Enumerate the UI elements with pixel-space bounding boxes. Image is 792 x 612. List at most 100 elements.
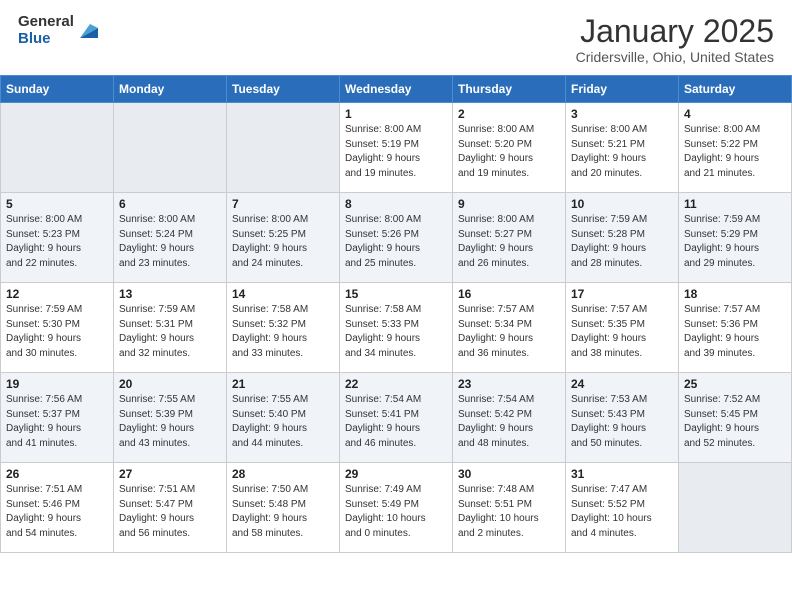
calendar-cell: 10 Sunrise: 7:59 AM Sunset: 5:28 PM Dayli… (566, 193, 679, 283)
day-number: 6 (119, 197, 221, 211)
day-number: 15 (345, 287, 447, 301)
calendar-cell: 1 Sunrise: 8:00 AM Sunset: 5:19 PM Daylig… (340, 103, 453, 193)
calendar-cell: 3Sunrise: 8:00 AM Sunset: 5:21 PM Daylig… (566, 103, 679, 193)
calendar-body: 1 Sunrise: 8:00 AM Sunset: 5:19 PM Daylig… (1, 103, 792, 553)
day-info: Sunrise: 7:51 AM Sunset: 5:46 PM Dayligh… (6, 484, 82, 539)
logo-blue: Blue (18, 31, 74, 48)
day-number: 23 (458, 377, 560, 391)
calendar-cell (227, 103, 340, 193)
day-number: 31 (571, 467, 673, 481)
day-info: Sunrise: 7:55 AM Sunset: 5:39 PM Dayligh… (119, 394, 195, 449)
header: General Blue January 2025 Cridersville, … (0, 0, 792, 75)
calendar-cell: 21Sunrise: 7:55 AM Sunset: 5:40 PM Dayli… (227, 373, 340, 463)
day-number: 12 (6, 287, 108, 301)
day-info: Sunrise: 7:54 AM Sunset: 5:42 PM Dayligh… (458, 394, 534, 449)
calendar-cell: 24 Sunrise: 7:53 AM Sunset: 5:43 PM Dayli… (566, 373, 679, 463)
calendar-cell: 15 Sunrise: 7:58 AM Sunset: 5:33 PM Dayli… (340, 283, 453, 373)
day-info: Sunrise: 7:57 AM Sunset: 5:34 PM Dayligh… (458, 304, 534, 359)
weekday-header-wednesday: Wednesday (340, 76, 453, 103)
calendar-cell: 14 Sunrise: 7:58 AM Sunset: 5:32 PM Dayli… (227, 283, 340, 373)
calendar-cell (1, 103, 114, 193)
day-number: 19 (6, 377, 108, 391)
day-number: 2 (458, 107, 560, 121)
logo-icon (76, 20, 98, 42)
day-number: 8 (345, 197, 447, 211)
calendar-cell: 8 Sunrise: 8:00 AM Sunset: 5:26 PM Daylig… (340, 193, 453, 283)
calendar-cell: 29 Sunrise: 7:49 AM Sunset: 5:49 PM Dayli… (340, 463, 453, 553)
day-info: Sunrise: 7:57 AM Sunset: 5:35 PM Dayligh… (571, 304, 647, 359)
day-number: 18 (684, 287, 786, 301)
day-number: 25 (684, 377, 786, 391)
day-info: Sunrise: 7:50 AM Sunset: 5:48 PM Dayligh… (232, 484, 308, 539)
calendar-cell: 26 Sunrise: 7:51 AM Sunset: 5:46 PM Dayli… (1, 463, 114, 553)
day-info: Sunrise: 8:00 AM Sunset: 5:26 PM Dayligh… (345, 214, 421, 269)
day-info: Sunrise: 7:59 AM Sunset: 5:31 PM Dayligh… (119, 304, 195, 359)
day-info: Sunrise: 7:51 AM Sunset: 5:47 PM Dayligh… (119, 484, 195, 539)
calendar-page: General Blue January 2025 Cridersville, … (0, 0, 792, 612)
day-info: Sunrise: 8:00 AM Sunset: 5:25 PM Dayligh… (232, 214, 308, 269)
calendar-cell: 12 Sunrise: 7:59 AM Sunset: 5:30 PM Dayli… (1, 283, 114, 373)
calendar-subtitle: Cridersville, Ohio, United States (576, 49, 774, 65)
day-info: Sunrise: 7:57 AM Sunset: 5:36 PM Dayligh… (684, 304, 760, 359)
day-number: 9 (458, 197, 560, 211)
calendar-title: January 2025 (576, 14, 774, 49)
day-info: Sunrise: 7:47 AM Sunset: 5:52 PM Dayligh… (571, 484, 652, 539)
day-number: 28 (232, 467, 334, 481)
day-info: Sunrise: 7:59 AM Sunset: 5:30 PM Dayligh… (6, 304, 82, 359)
calendar-cell: 16Sunrise: 7:57 AM Sunset: 5:34 PM Dayli… (453, 283, 566, 373)
weekday-header-saturday: Saturday (679, 76, 792, 103)
day-number: 14 (232, 287, 334, 301)
calendar-cell: 22Sunrise: 7:54 AM Sunset: 5:41 PM Dayli… (340, 373, 453, 463)
day-info: Sunrise: 8:00 AM Sunset: 5:27 PM Dayligh… (458, 214, 534, 269)
day-number: 3 (571, 107, 673, 121)
day-number: 4 (684, 107, 786, 121)
day-info: Sunrise: 7:59 AM Sunset: 5:28 PM Dayligh… (571, 214, 647, 269)
day-info: Sunrise: 7:52 AM Sunset: 5:45 PM Dayligh… (684, 394, 760, 449)
day-info: Sunrise: 7:49 AM Sunset: 5:49 PM Dayligh… (345, 484, 426, 539)
day-number: 29 (345, 467, 447, 481)
calendar-cell: 23 Sunrise: 7:54 AM Sunset: 5:42 PM Dayli… (453, 373, 566, 463)
calendar-week-3: 12 Sunrise: 7:59 AM Sunset: 5:30 PM Dayli… (1, 283, 792, 373)
calendar-cell: 6 Sunrise: 8:00 AM Sunset: 5:24 PM Daylig… (114, 193, 227, 283)
calendar-cell: 2 Sunrise: 8:00 AM Sunset: 5:20 PM Daylig… (453, 103, 566, 193)
day-info: Sunrise: 8:00 AM Sunset: 5:20 PM Dayligh… (458, 124, 534, 179)
day-number: 1 (345, 107, 447, 121)
calendar-cell: 30Sunrise: 7:48 AM Sunset: 5:51 PM Dayli… (453, 463, 566, 553)
day-info: Sunrise: 8:00 AM Sunset: 5:22 PM Dayligh… (684, 124, 760, 179)
logo-general: General (18, 14, 74, 31)
day-number: 24 (571, 377, 673, 391)
day-number: 13 (119, 287, 221, 301)
day-number: 26 (6, 467, 108, 481)
calendar-cell: 25 Sunrise: 7:52 AM Sunset: 5:45 PM Dayli… (679, 373, 792, 463)
calendar-cell: 4 Sunrise: 8:00 AM Sunset: 5:22 PM Daylig… (679, 103, 792, 193)
calendar-cell: 5Sunrise: 8:00 AM Sunset: 5:23 PM Daylig… (1, 193, 114, 283)
weekday-header-tuesday: Tuesday (227, 76, 340, 103)
day-info: Sunrise: 8:00 AM Sunset: 5:19 PM Dayligh… (345, 124, 421, 179)
calendar-cell: 11Sunrise: 7:59 AM Sunset: 5:29 PM Dayli… (679, 193, 792, 283)
day-number: 27 (119, 467, 221, 481)
calendar-cell: 9 Sunrise: 8:00 AM Sunset: 5:27 PM Daylig… (453, 193, 566, 283)
calendar-cell: 31 Sunrise: 7:47 AM Sunset: 5:52 PM Dayli… (566, 463, 679, 553)
day-number: 21 (232, 377, 334, 391)
calendar-cell (679, 463, 792, 553)
calendar-week-4: 19Sunrise: 7:56 AM Sunset: 5:37 PM Dayli… (1, 373, 792, 463)
weekday-header-friday: Friday (566, 76, 679, 103)
day-number: 7 (232, 197, 334, 211)
day-number: 30 (458, 467, 560, 481)
title-block: January 2025 Cridersville, Ohio, United … (576, 14, 774, 65)
calendar-cell: 13 Sunrise: 7:59 AM Sunset: 5:31 PM Dayli… (114, 283, 227, 373)
weekday-row: SundayMondayTuesdayWednesdayThursdayFrid… (1, 76, 792, 103)
day-info: Sunrise: 7:58 AM Sunset: 5:33 PM Dayligh… (345, 304, 421, 359)
day-info: Sunrise: 8:00 AM Sunset: 5:24 PM Dayligh… (119, 214, 195, 269)
calendar-cell: 27 Sunrise: 7:51 AM Sunset: 5:47 PM Dayli… (114, 463, 227, 553)
calendar-table: SundayMondayTuesdayWednesdayThursdayFrid… (0, 75, 792, 553)
logo: General Blue (18, 14, 98, 47)
day-info: Sunrise: 7:58 AM Sunset: 5:32 PM Dayligh… (232, 304, 308, 359)
calendar-cell: 18 Sunrise: 7:57 AM Sunset: 5:36 PM Dayli… (679, 283, 792, 373)
day-info: Sunrise: 8:00 AM Sunset: 5:23 PM Dayligh… (6, 214, 82, 269)
day-number: 10 (571, 197, 673, 211)
calendar-cell (114, 103, 227, 193)
day-info: Sunrise: 7:53 AM Sunset: 5:43 PM Dayligh… (571, 394, 647, 449)
day-number: 20 (119, 377, 221, 391)
calendar-week-5: 26 Sunrise: 7:51 AM Sunset: 5:46 PM Dayli… (1, 463, 792, 553)
